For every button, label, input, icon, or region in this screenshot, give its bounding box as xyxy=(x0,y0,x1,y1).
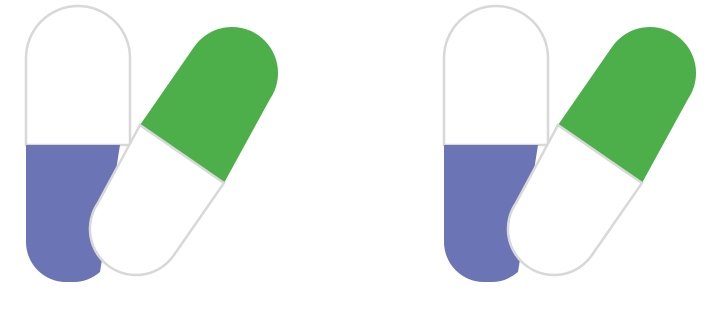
pill-illustration-right xyxy=(418,0,713,322)
pill-illustration-left xyxy=(0,0,300,322)
upright-capsule-top-half xyxy=(24,4,132,147)
upright-capsule-top-half xyxy=(442,4,550,147)
pill-capsules-icon xyxy=(24,4,279,282)
pill-capsules-icon xyxy=(442,4,697,282)
canvas xyxy=(0,0,713,322)
